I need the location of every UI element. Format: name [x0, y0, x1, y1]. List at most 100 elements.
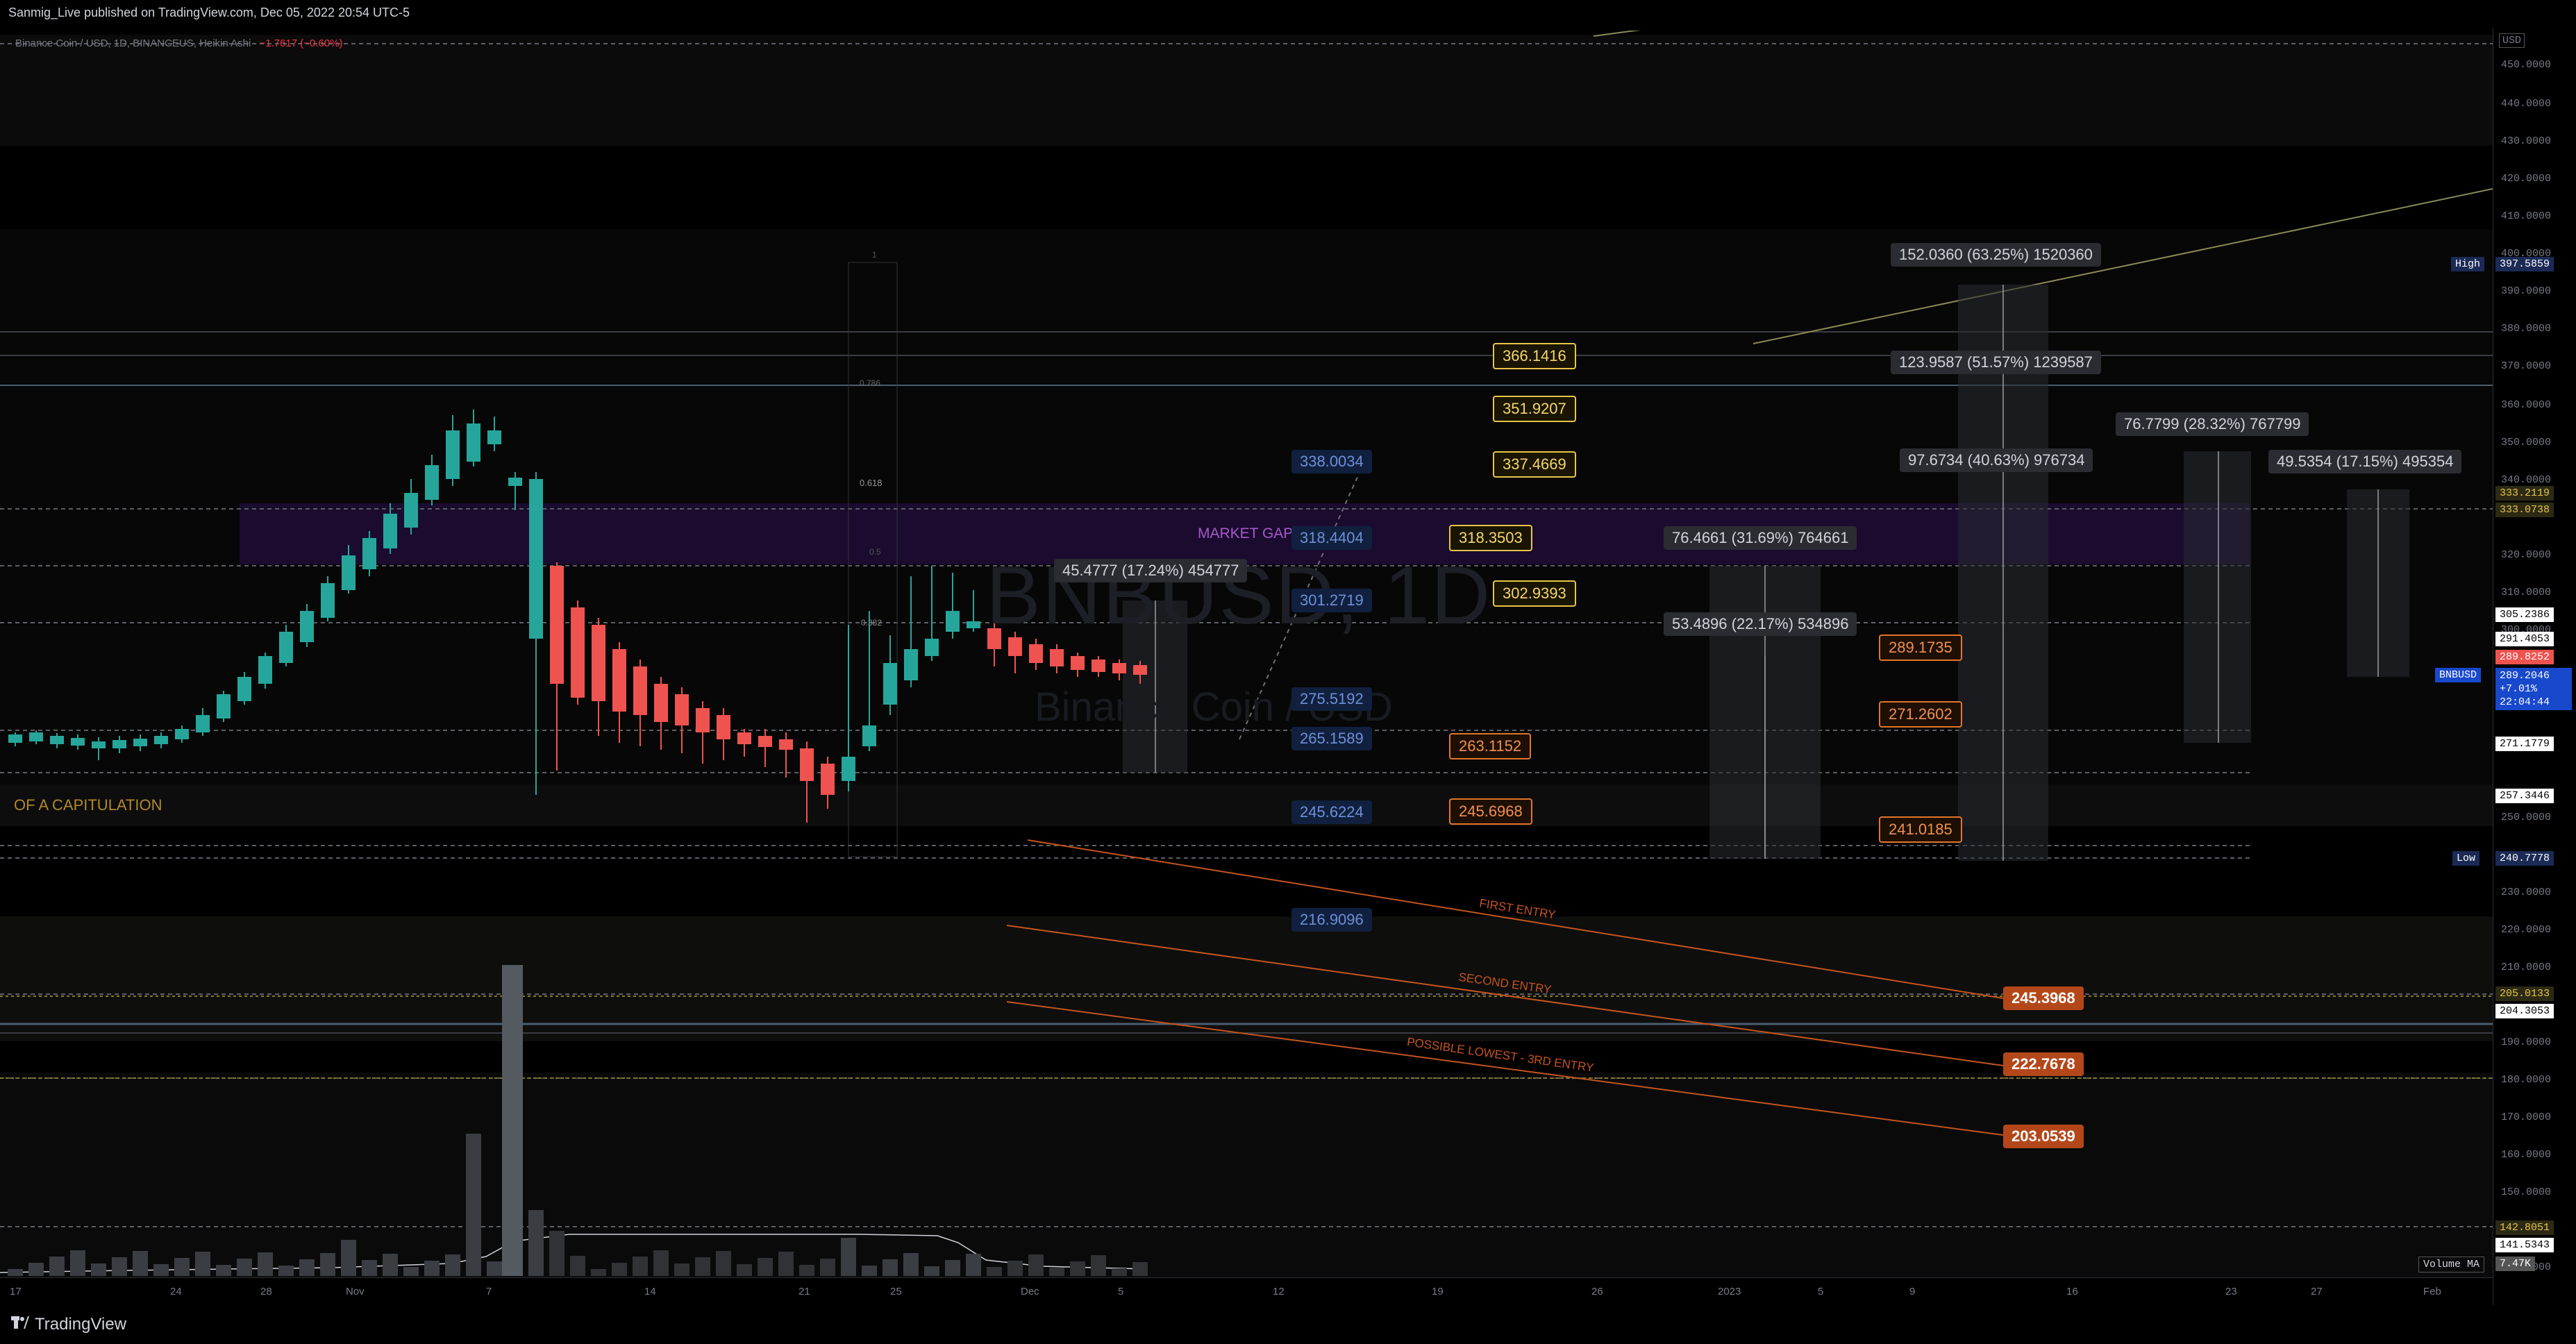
volume-bar — [1132, 1262, 1148, 1276]
candle-body — [529, 479, 543, 639]
candle-body — [571, 607, 585, 698]
candle-body — [717, 715, 730, 739]
fib-level-0786: 0.786 — [860, 378, 881, 388]
candle-body — [342, 555, 356, 590]
candle-body — [1050, 649, 1064, 666]
target-blue-245[interactable]: 245.6224 — [1291, 800, 1372, 824]
volume-bar — [674, 1263, 689, 1276]
target-orange-263[interactable]: 263.1152 — [1449, 733, 1532, 759]
candle-body — [883, 663, 897, 705]
target-orange-245[interactable]: 245.6968 — [1449, 798, 1532, 825]
target-blue-318[interactable]: 318.4404 — [1291, 526, 1372, 550]
volume-bar — [487, 1261, 502, 1276]
candle-body — [92, 741, 106, 748]
candle-body — [800, 748, 814, 781]
entry-first[interactable]: 245.3968 — [2003, 986, 2084, 1010]
price-tick: 360.0000 — [2501, 399, 2552, 411]
volume-bar — [695, 1257, 710, 1276]
candle-body — [425, 465, 439, 500]
price-tick: 420.0000 — [2501, 173, 2552, 185]
price-tick: 370.0000 — [2501, 360, 2552, 372]
last-price: 289.2046 — [2500, 670, 2550, 682]
symbol-legend[interactable]: Binance Coin / USD, 1D, BINANCEUS, Heiki… — [15, 37, 343, 49]
candle-body — [842, 757, 855, 781]
target-yellow-302[interactable]: 302.9393 — [1493, 580, 1576, 607]
time-tick: 5 — [1818, 1286, 1824, 1297]
measure-label-7[interactable]: 76.7799 (28.32%) 767799 — [2116, 412, 2309, 436]
time-tick: 17 — [10, 1286, 22, 1297]
candle-body — [967, 621, 980, 628]
fib-level-05: 0.5 — [869, 547, 881, 557]
chart-area[interactable] — [0, 0, 2493, 1305]
target-yellow-337[interactable]: 337.4669 — [1493, 451, 1576, 478]
volume-bar — [341, 1240, 356, 1276]
symbol-change: −1.7617 (−0.60%) — [259, 37, 343, 49]
target-orange-271[interactable]: 271.2602 — [1879, 701, 1962, 728]
target-blue-338[interactable]: 338.0034 — [1291, 450, 1372, 473]
candle-body — [487, 430, 501, 444]
entry-second[interactable]: 222.7678 — [2003, 1052, 2084, 1076]
measure-label-6[interactable]: 97.6734 (40.63%) 976734 — [1900, 448, 2093, 472]
target-orange-289[interactable]: 289.1735 — [1879, 635, 1962, 661]
badge-271: 271.1779 — [2495, 737, 2554, 751]
volume-bar — [112, 1257, 127, 1276]
price-tick: 390.0000 — [2501, 285, 2552, 297]
volume-bar — [945, 1260, 960, 1276]
target-yellow-351[interactable]: 351.9207 — [1493, 396, 1576, 422]
volume-bar — [237, 1259, 252, 1276]
volume-bar — [841, 1238, 856, 1276]
volume-bar — [278, 1266, 294, 1276]
volume-bar — [1007, 1261, 1023, 1276]
symbol-badge: BNBUSD — [2435, 668, 2482, 682]
target-blue-265[interactable]: 265.1589 — [1291, 727, 1372, 750]
time-axis[interactable] — [0, 1277, 2493, 1306]
volume-bar — [445, 1254, 460, 1276]
target-blue-275[interactable]: 275.5192 — [1291, 687, 1372, 711]
chart-canvas[interactable] — [0, 0, 2493, 1305]
candle-body — [862, 725, 876, 746]
volume-bar — [883, 1259, 898, 1276]
time-tick: 7 — [486, 1286, 492, 1297]
candle-body — [1112, 663, 1126, 673]
volume-bar — [28, 1263, 44, 1276]
measure-label-8[interactable]: 49.5354 (17.15%) 495354 — [2268, 450, 2462, 473]
time-tick: 12 — [1273, 1286, 1285, 1297]
currency-label: USD — [2499, 33, 2525, 48]
target-yellow-366[interactable]: 366.1416 — [1493, 343, 1576, 369]
candle-body — [633, 666, 647, 715]
time-tick: Nov — [346, 1286, 365, 1297]
price-tick: 190.0000 — [2501, 1036, 2552, 1048]
price-tick: 320.0000 — [2501, 549, 2552, 561]
volume-bar — [799, 1265, 814, 1276]
entry-third[interactable]: 203.0539 — [2003, 1125, 2084, 1148]
candle-body — [8, 734, 22, 743]
candle-body — [592, 625, 605, 701]
candle-body — [467, 423, 480, 462]
price-tick: 440.0000 — [2501, 98, 2552, 110]
price-tick: 310.0000 — [2501, 587, 2552, 598]
badge-289: 289.8252 — [2495, 650, 2554, 664]
candle-body — [50, 736, 64, 744]
volume-bar — [987, 1267, 1002, 1276]
price-tick: 220.0000 — [2501, 924, 2552, 936]
measure-label-5[interactable]: 123.9587 (51.57%) 1239587 — [1891, 351, 2101, 374]
volume-bar — [903, 1253, 919, 1276]
time-tick: 24 — [170, 1286, 182, 1297]
volume-bar — [653, 1250, 669, 1276]
target-blue-301[interactable]: 301.2719 — [1291, 589, 1372, 612]
volume-bar — [1070, 1261, 1085, 1276]
target-blue-216[interactable]: 216.9096 — [1291, 908, 1372, 932]
target-orange-241[interactable]: 241.0185 — [1879, 816, 1962, 843]
measure-label-2[interactable]: 76.4661 (31.69%) 764661 — [1664, 526, 1857, 550]
measure-label-1[interactable]: 45.4777 (17.24%) 454777 — [1054, 559, 1248, 582]
volume-bar — [633, 1257, 648, 1276]
volume-bar — [70, 1250, 85, 1276]
candle-body — [1029, 644, 1043, 663]
volume-bar — [570, 1256, 585, 1276]
measure-label-3[interactable]: 53.4896 (22.17%) 534896 — [1664, 612, 1857, 636]
candle-body — [112, 740, 126, 748]
measure-label-4[interactable]: 152.0360 (63.25%) 1520360 — [1891, 243, 2101, 267]
volume-bar — [49, 1257, 65, 1276]
target-yellow-318[interactable]: 318.3503 — [1449, 525, 1532, 551]
badge-205: 205.0133 — [2495, 986, 2554, 1001]
